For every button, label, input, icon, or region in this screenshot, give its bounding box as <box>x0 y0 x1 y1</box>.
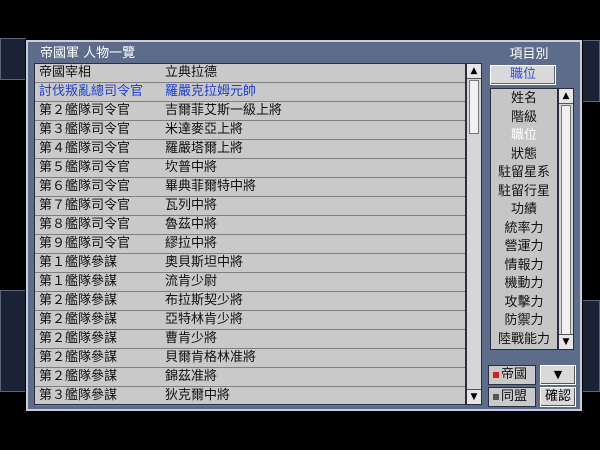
person-name: 吉爾菲艾斯一級上將 <box>165 103 283 118</box>
sort-category-label: 項目別 <box>509 47 549 62</box>
personnel-dialog: 帝國軍 人物一覽 帝國宰相 立典拉德討伐叛亂總司令官 羅嚴克拉姆元帥第２艦隊司令官 吉… <box>26 40 582 411</box>
background-panel-left-bottom <box>0 290 26 392</box>
person-name: 瓦列中將 <box>165 198 218 213</box>
person-name: 奧貝斯坦中將 <box>165 255 244 270</box>
person-name: 立典拉德 <box>165 65 218 80</box>
person-name: 曹肯少將 <box>165 331 218 346</box>
person-post: 第４艦隊司令官 <box>39 141 131 156</box>
person-post: 第２艦隊參謀 <box>39 331 118 346</box>
person-name: 繆拉中將 <box>165 236 218 251</box>
sort-menu-item[interactable]: 陸戰能力 <box>491 331 557 349</box>
person-row[interactable]: 第８艦隊司令官 魯茲中將 <box>35 216 465 235</box>
sort-menu-item[interactable]: 姓名 <box>491 90 557 108</box>
person-post: 第９艦隊司令官 <box>39 236 131 251</box>
person-name: 魯茲中將 <box>165 217 218 232</box>
current-sort-button[interactable]: 職位 <box>490 65 556 85</box>
menu-scrollbar[interactable]: ▲ ▼ <box>558 88 574 350</box>
person-post: 第８艦隊司令官 <box>39 217 131 232</box>
person-post: 第２艦隊參謀 <box>39 369 118 384</box>
person-row[interactable]: 第７艦隊司令官 瓦列中將 <box>35 197 465 216</box>
sort-menu-item[interactable]: 統率力 <box>491 220 557 238</box>
radio-off-icon <box>493 394 499 400</box>
sort-menu-item[interactable]: 駐留星系 <box>491 164 557 182</box>
person-post: 第２艦隊參謀 <box>39 312 118 327</box>
person-post: 第２艦隊參謀 <box>39 293 118 308</box>
person-name: 亞特林肯少將 <box>165 312 244 327</box>
sort-menu-item[interactable]: 駐留行星 <box>491 183 557 201</box>
person-post: 討伐叛亂總司令官 <box>39 84 144 99</box>
personnel-list: 帝國宰相 立典拉德 討伐叛亂總司令官 羅嚴克拉姆元帥 第２艦隊司令官 吉爾菲艾斯一級上將第… <box>34 63 466 406</box>
faction-alliance-radio[interactable]: 同盟 <box>488 387 536 407</box>
person-row[interactable]: 第３艦隊司令官 米達麥亞上將 <box>35 121 465 140</box>
menu-scroll-up-button[interactable]: ▲ <box>559 89 573 104</box>
person-row[interactable]: 第２艦隊參謀 亞特林肯少將 <box>35 311 465 330</box>
person-post: 第１艦隊參謀 <box>39 255 118 270</box>
person-row[interactable]: 第２艦隊司令官 吉爾菲艾斯一級上將 <box>35 102 465 121</box>
background-panel-right-bottom <box>580 300 600 392</box>
list-scrollbar[interactable]: ▲ ▼ <box>466 63 482 405</box>
person-name: 流肯少尉 <box>165 274 218 289</box>
person-name: 羅嚴克拉姆元帥 <box>165 84 257 99</box>
person-row[interactable]: 第１艦隊參謀 奧貝斯坦中將 <box>35 254 465 273</box>
sort-menu-item[interactable]: 防禦力 <box>491 312 557 330</box>
faction-empire-label: 帝國 <box>501 367 528 382</box>
sort-menu-item[interactable]: 營運力 <box>491 238 557 256</box>
person-post: 第３艦隊司令官 <box>39 122 131 137</box>
person-name: 錦茲准將 <box>165 369 218 384</box>
person-row[interactable]: 討伐叛亂總司令官 羅嚴克拉姆元帥 <box>35 83 465 102</box>
background-panel-left-top <box>0 38 26 80</box>
sort-menu-item[interactable]: 攻擊力 <box>491 294 557 312</box>
person-post: 第２艦隊參謀 <box>39 350 118 365</box>
sort-menu-item[interactable]: 功績 <box>491 201 557 219</box>
list-scroll-down-button[interactable]: ▼ <box>467 389 481 404</box>
person-name: 狄克爾中將 <box>165 388 231 403</box>
person-post: 第６艦隊司令官 <box>39 179 131 194</box>
sort-menu-item[interactable]: 職位 <box>491 127 557 145</box>
person-name: 米達麥亞上將 <box>165 122 244 137</box>
page-down-button[interactable]: ▼ <box>540 365 576 385</box>
person-name: 羅嚴塔爾上將 <box>165 141 244 156</box>
person-row[interactable]: 第６艦隊司令官 畢典菲爾特中將 <box>35 178 465 197</box>
person-post: 第７艦隊司令官 <box>39 198 131 213</box>
person-row[interactable]: 第３艦隊參謀 狄克爾中將 <box>35 387 465 406</box>
person-row[interactable]: 第２艦隊參謀 貝爾肯格林准將 <box>35 349 465 368</box>
person-row[interactable]: 第２艦隊參謀 布拉斯契少將 <box>35 292 465 311</box>
person-post: 第３艦隊參謀 <box>39 388 118 403</box>
confirm-button[interactable]: 確認 <box>540 387 576 407</box>
list-scroll-up-button[interactable]: ▲ <box>467 64 481 79</box>
person-row[interactable]: 第２艦隊參謀 錦茲准將 <box>35 368 465 387</box>
person-post: 帝國宰相 <box>39 65 92 80</box>
person-row[interactable]: 第９艦隊司令官 繆拉中將 <box>35 235 465 254</box>
person-post: 第５艦隊司令官 <box>39 160 131 175</box>
faction-alliance-label: 同盟 <box>501 389 528 404</box>
person-name: 畢典菲爾特中將 <box>165 179 257 194</box>
list-scroll-thumb[interactable] <box>469 80 479 134</box>
radio-on-icon <box>493 372 499 378</box>
sort-menu-item[interactable]: 狀態 <box>491 146 557 164</box>
person-row[interactable]: 第２艦隊參謀 曹肯少將 <box>35 330 465 349</box>
faction-empire-radio[interactable]: 帝國 <box>488 365 536 385</box>
menu-scroll-down-button[interactable]: ▼ <box>559 334 573 349</box>
person-name: 貝爾肯格林准將 <box>165 350 257 365</box>
menu-scroll-thumb[interactable] <box>561 105 571 335</box>
person-post: 第１艦隊參謀 <box>39 274 118 289</box>
person-row[interactable]: 第４艦隊司令官 羅嚴塔爾上將 <box>35 140 465 159</box>
sort-menu-item[interactable]: 情報力 <box>491 257 557 275</box>
dialog-title: 帝國軍 人物一覽 <box>40 46 136 61</box>
sort-menu-item[interactable]: 機動力 <box>491 275 557 293</box>
person-row[interactable]: 帝國宰相 立典拉德 <box>35 64 465 83</box>
person-row[interactable]: 第５艦隊司令官 坎普中將 <box>35 159 465 178</box>
person-name: 坎普中將 <box>165 160 218 175</box>
person-post: 第２艦隊司令官 <box>39 103 131 118</box>
sort-menu-item[interactable]: 階級 <box>491 109 557 127</box>
person-name: 布拉斯契少將 <box>165 293 244 308</box>
person-row[interactable]: 第１艦隊參謀 流肯少尉 <box>35 273 465 292</box>
sort-category-menu: 姓名 階級 職位 狀態 駐留星系 駐留行星 功績 統率力 營運力 情報力 機動力 攻擊力 防禦力 陸戰能力 <box>490 88 558 350</box>
